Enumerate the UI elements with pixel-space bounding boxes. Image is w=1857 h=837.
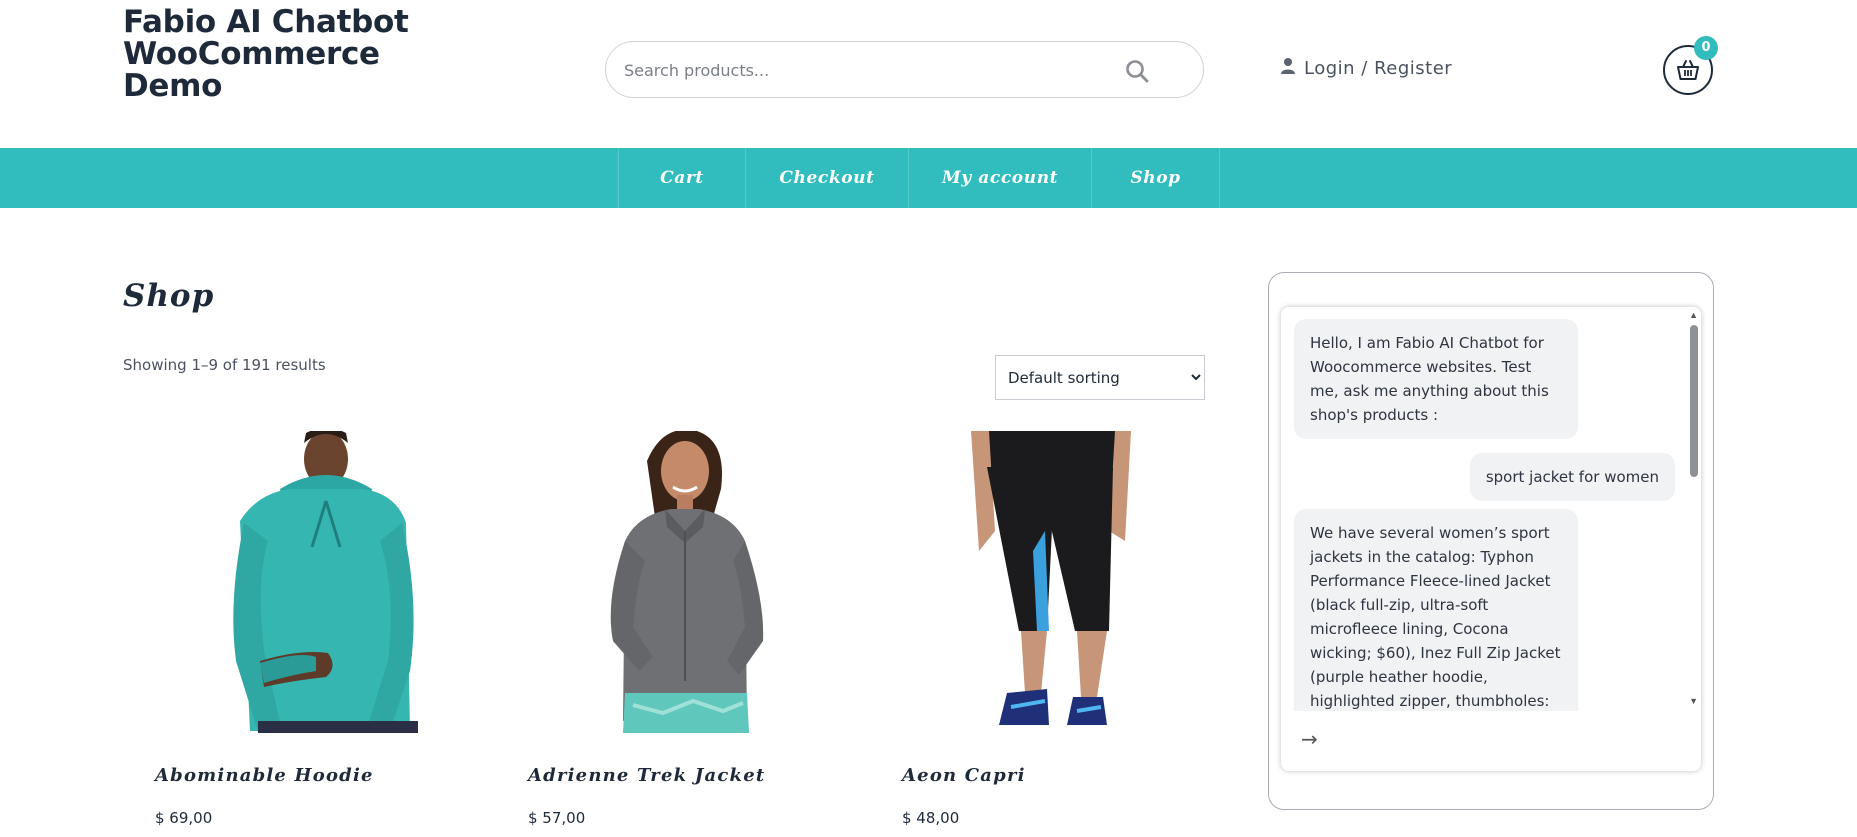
- scroll-up-arrow-icon[interactable]: ▲: [1689, 311, 1698, 320]
- product-price: $ 57,00: [528, 809, 586, 827]
- login-register-link[interactable]: Login / Register: [1280, 56, 1452, 80]
- product-name[interactable]: Adrienne Trek Jacket: [528, 765, 765, 786]
- nav-item-shop[interactable]: Shop: [1092, 148, 1220, 208]
- product-card[interactable]: Aeon Capri $ 48,00: [887, 431, 1227, 827]
- chat-message-bot: We have several women’s sport jackets in…: [1294, 509, 1578, 711]
- chat-message-bot: Hello, I am Fabio AI Chatbot for Woocomm…: [1294, 319, 1578, 439]
- product-card[interactable]: Adrienne Trek Jacket $ 57,00: [513, 431, 853, 827]
- product-image-black-capri-leggings[interactable]: [887, 431, 1227, 733]
- scroll-thumb[interactable]: [1690, 325, 1698, 477]
- search-input[interactable]: [624, 56, 1104, 84]
- nav-item-cart[interactable]: Cart: [619, 148, 746, 208]
- product-name[interactable]: Aeon Capri: [902, 765, 1026, 786]
- product-image-woman-gray-jacket[interactable]: [513, 431, 853, 733]
- product-price: $ 69,00: [155, 809, 213, 827]
- page-title: Shop: [123, 278, 215, 314]
- nav-item-checkout[interactable]: Checkout: [746, 148, 909, 208]
- product-name[interactable]: Abominable Hoodie: [155, 765, 374, 786]
- scroll-down-arrow-icon[interactable]: ▼: [1689, 697, 1698, 706]
- search-icon[interactable]: [1124, 58, 1150, 84]
- cart-count-badge: 0: [1694, 36, 1718, 60]
- product-price: $ 48,00: [902, 809, 960, 827]
- nav-item-my-account[interactable]: My account: [909, 148, 1092, 208]
- login-register-label: Login / Register: [1304, 57, 1453, 79]
- main-navigation: Cart Checkout My account Shop: [0, 148, 1857, 208]
- chat-messages[interactable]: Hello, I am Fabio AI Chatbot for Woocomm…: [1281, 307, 1701, 711]
- basket-icon: [1677, 60, 1699, 80]
- chat-scrollbar[interactable]: ▲ ▼: [1687, 307, 1701, 711]
- chat-panel: Hello, I am Fabio AI Chatbot for Woocomm…: [1281, 307, 1701, 771]
- result-count: Showing 1–9 of 191 results: [123, 356, 326, 374]
- arrow-right-icon[interactable]: →: [1301, 727, 1325, 751]
- chat-message-user: sport jacket for women: [1469, 453, 1675, 501]
- site-title[interactable]: Fabio AI Chatbot WooCommerce Demo: [123, 6, 413, 102]
- chatbot-widget: Hello, I am Fabio AI Chatbot for Woocomm…: [1268, 272, 1714, 810]
- user-icon: [1280, 57, 1296, 80]
- product-card[interactable]: Abominable Hoodie $ 69,00: [140, 431, 480, 827]
- sort-select[interactable]: Default sorting: [995, 355, 1205, 400]
- search-box[interactable]: [605, 41, 1204, 98]
- site-header: Fabio AI Chatbot WooCommerce Demo Login …: [0, 0, 1857, 148]
- product-image-man-teal-hoodie[interactable]: [140, 431, 480, 733]
